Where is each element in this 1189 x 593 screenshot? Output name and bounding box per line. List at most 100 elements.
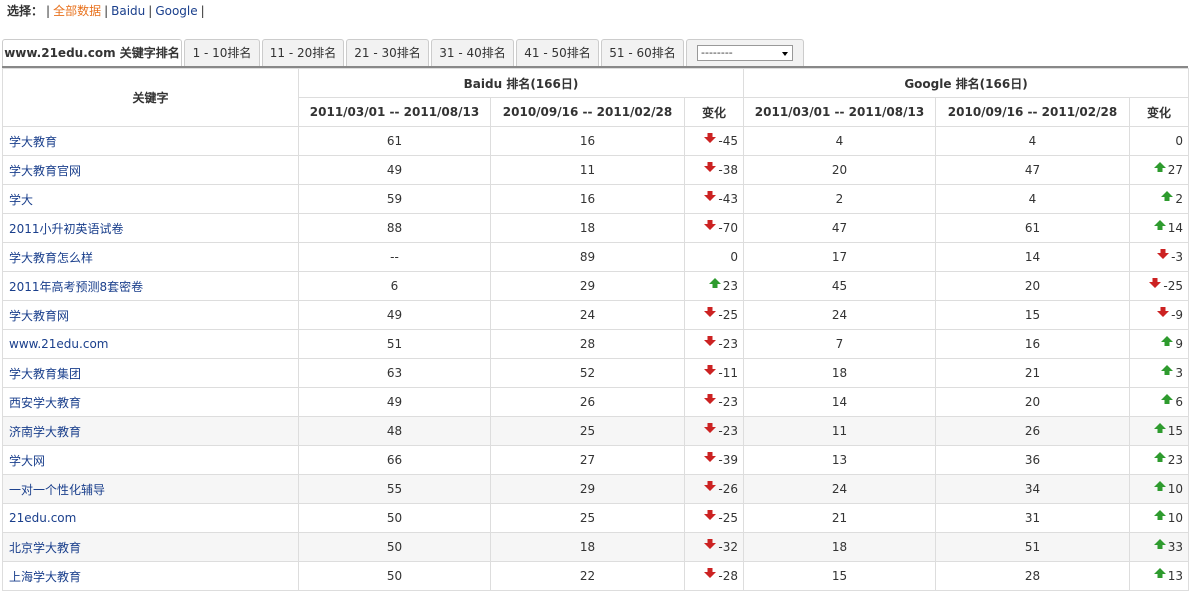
- baidu-rank-period-1: 49: [298, 155, 491, 185]
- baidu-rank-change: -26: [684, 474, 744, 504]
- baidu-change-value: 0: [730, 250, 738, 264]
- keyword-link[interactable]: 济南学大教育: [9, 425, 81, 439]
- baidu-rank-period-2: 89: [490, 242, 685, 272]
- arrow-up-icon: [1153, 480, 1166, 491]
- arrow-down-icon: [1157, 248, 1170, 259]
- baidu-rank-period-1: 48: [298, 416, 491, 446]
- baidu-rank-period-2: 11: [490, 155, 685, 185]
- table-row: 2011年高考预测8套密卷 6 29 23 45 20 -25: [2, 271, 1189, 301]
- keyword-link[interactable]: 一对一个性化辅导: [9, 483, 105, 497]
- keyword-link[interactable]: www.21edu.com: [9, 337, 108, 351]
- google-rank-change: 23: [1128, 445, 1189, 475]
- google-rank-period-1: 21: [743, 503, 936, 533]
- google-period-1-header: 2011/03/01 -- 2011/08/13: [743, 97, 936, 127]
- google-rank-change: 9: [1128, 329, 1189, 359]
- google-rank-change: 0: [1128, 126, 1189, 156]
- baidu-rank-period-2: 18: [490, 213, 685, 243]
- google-rank-change: 33: [1128, 532, 1189, 562]
- filter-all-data-link[interactable]: 全部数据: [53, 4, 101, 18]
- keyword-cell: 21edu.com: [2, 503, 299, 533]
- tab-rank-51-60[interactable]: 51 - 60排名: [601, 39, 684, 66]
- arrow-down-icon: [704, 132, 717, 143]
- filter-google-link[interactable]: Google: [155, 4, 197, 18]
- tab-rank-1-10[interactable]: 1 - 10排名: [184, 39, 260, 66]
- baidu-rank-period-2: 25: [490, 503, 685, 533]
- tab-keyword-ranking[interactable]: www.21edu.com 关键字排名: [2, 39, 182, 67]
- google-change-value: 15: [1167, 424, 1184, 438]
- filter-baidu-link[interactable]: Baidu: [111, 4, 145, 18]
- baidu-change-value: -32: [718, 540, 738, 554]
- arrow-up-icon: [1161, 364, 1174, 375]
- tab-rank-21-30[interactable]: 21 - 30排名: [346, 39, 429, 66]
- keyword-link[interactable]: 2011年高考预测8套密卷: [9, 280, 143, 294]
- google-rank-period-1: 18: [743, 358, 936, 388]
- google-rank-change: 13: [1128, 561, 1189, 591]
- google-change-value: -9: [1171, 308, 1184, 322]
- keyword-link[interactable]: 学大教育官网: [9, 164, 81, 178]
- keyword-link[interactable]: 学大: [9, 193, 33, 207]
- keyword-link[interactable]: 学大网: [9, 454, 45, 468]
- table-row: 学大教育官网 49 11 -38 20 47 27: [2, 155, 1189, 185]
- baidu-change-value: -26: [718, 482, 738, 496]
- google-rank-period-2: 20: [935, 271, 1130, 301]
- keyword-cell: 西安学大教育: [2, 387, 299, 417]
- baidu-rank-period-1: 61: [298, 126, 491, 156]
- arrow-down-icon: [704, 306, 717, 317]
- keyword-link[interactable]: 上海学大教育: [9, 570, 81, 584]
- tab-rank-31-40[interactable]: 31 - 40排名: [431, 39, 514, 66]
- separator: |: [104, 4, 109, 18]
- tab-rank-41-50[interactable]: 41 - 50排名: [516, 39, 599, 66]
- keyword-link[interactable]: 学大教育集团: [9, 367, 81, 381]
- google-rank-period-2: 20: [935, 387, 1130, 417]
- google-rank-period-2: 14: [935, 242, 1130, 272]
- baidu-change-value: -39: [718, 453, 738, 467]
- google-rank-period-2: 31: [935, 503, 1130, 533]
- keyword-link[interactable]: 21edu.com: [9, 511, 76, 525]
- tab-rank-11-20[interactable]: 11 - 20排名: [262, 39, 344, 66]
- baidu-rank-period-1: 88: [298, 213, 491, 243]
- baidu-rank-period-1: 66: [298, 445, 491, 475]
- baidu-rank-header: Baidu 排名(166日): [298, 68, 744, 98]
- keyword-cell: 学大网: [2, 445, 299, 475]
- keyword-link[interactable]: 学大教育网: [9, 309, 69, 323]
- keyword-link[interactable]: 2011小升初英语试卷: [9, 222, 124, 236]
- keyword-cell: 学大教育网: [2, 300, 299, 330]
- google-rank-period-1: 7: [743, 329, 936, 359]
- baidu-rank-period-1: 50: [298, 503, 491, 533]
- arrow-down-icon: [704, 567, 717, 578]
- separator: |: [200, 4, 205, 18]
- table-row: 学大教育集团 63 52 -11 18 21 3: [2, 358, 1189, 388]
- google-rank-period-2: 4: [935, 184, 1130, 214]
- google-rank-period-2: 28: [935, 561, 1130, 591]
- baidu-change-value: -23: [718, 424, 738, 438]
- arrow-down-icon: [704, 451, 717, 462]
- baidu-rank-period-2: 16: [490, 126, 685, 156]
- google-change-value: 33: [1167, 540, 1184, 554]
- google-change-value: 14: [1167, 221, 1184, 235]
- google-rank-change: -9: [1128, 300, 1189, 330]
- keyword-link[interactable]: 西安学大教育: [9, 396, 81, 410]
- google-change-value: 9: [1175, 337, 1184, 351]
- keyword-cell: 济南学大教育: [2, 416, 299, 446]
- keyword-link[interactable]: 学大教育怎么样: [9, 251, 93, 265]
- baidu-rank-change: -23: [684, 387, 744, 417]
- baidu-change-value: -45: [718, 134, 738, 148]
- arrow-up-icon: [1153, 451, 1166, 462]
- baidu-rank-change: -23: [684, 329, 744, 359]
- baidu-rank-change: -45: [684, 126, 744, 156]
- table-row: 学大教育怎么样 -- 89 0 17 14 -3: [2, 242, 1189, 272]
- google-rank-period-1: 4: [743, 126, 936, 156]
- google-rank-change: 6: [1128, 387, 1189, 417]
- range-select[interactable]: --------: [697, 45, 793, 61]
- keyword-link[interactable]: 北京学大教育: [9, 541, 81, 555]
- chevron-down-icon: [782, 52, 788, 56]
- google-change-header: 变化: [1128, 97, 1189, 127]
- table-row: 2011小升初英语试卷 88 18 -70 47 61 14: [2, 213, 1189, 243]
- google-change-value: 13: [1167, 569, 1184, 583]
- keyword-link[interactable]: 学大教育: [9, 135, 57, 149]
- table-row: 学大 59 16 -43 2 4 2: [2, 184, 1189, 214]
- baidu-rank-period-1: 50: [298, 561, 491, 591]
- google-rank-period-1: 2: [743, 184, 936, 214]
- arrow-up-icon: [1161, 190, 1174, 201]
- google-period-2-header: 2010/09/16 -- 2011/02/28: [935, 97, 1130, 127]
